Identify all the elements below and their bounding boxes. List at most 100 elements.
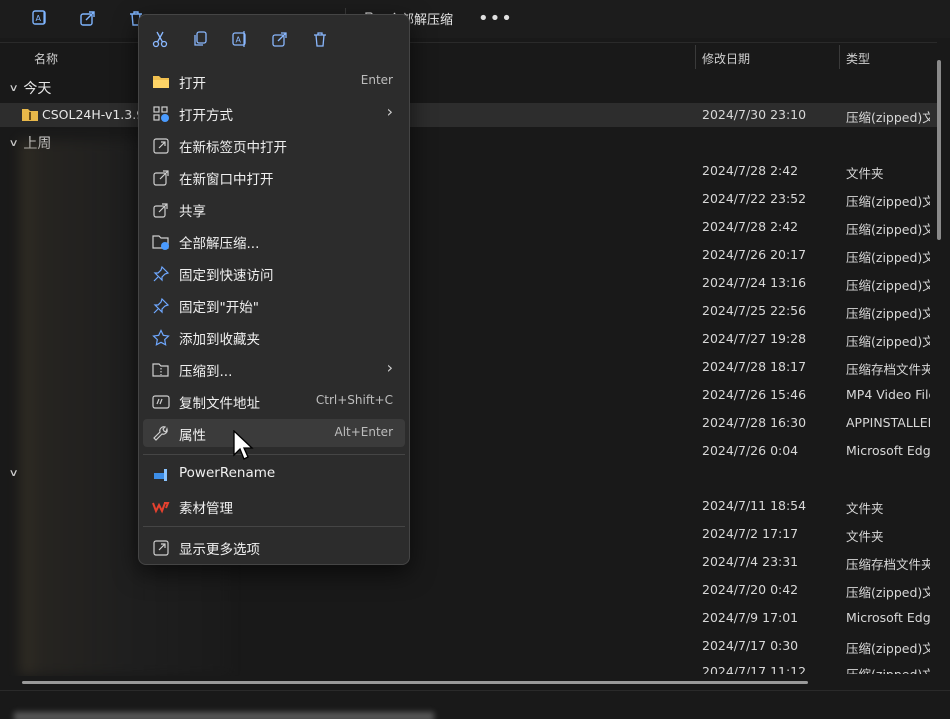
file-type: 压缩(zipped)文: [846, 641, 930, 656]
file-type: 压缩(zipped)文: [846, 222, 930, 237]
table-row[interactable]: 2024/7/9 17:01 Microsoft Edge: [0, 606, 937, 630]
compress-icon: [152, 361, 170, 379]
menu-item-properties[interactable]: 属性 Alt+Enter: [143, 419, 405, 447]
copy-path-icon: [152, 393, 170, 411]
column-header-date[interactable]: 修改日期: [702, 50, 750, 67]
column-header-name[interactable]: 名称: [34, 50, 58, 67]
cut-icon: [152, 31, 168, 48]
menu-item-label: 全部解压缩...: [179, 236, 260, 252]
cut-button[interactable]: [148, 27, 172, 51]
menu-item-add-favorites[interactable]: 添加到收藏夹: [143, 323, 405, 351]
ai-rename-button[interactable]: A: [27, 6, 53, 30]
table-row[interactable]: 2024/7/20 0:42 压缩(zipped)文: [0, 578, 937, 602]
more-options-icon: [152, 539, 170, 557]
new-window-icon: [152, 169, 170, 187]
menu-item-extract-all[interactable]: 全部解压缩...: [143, 227, 405, 255]
file-date: 2024/7/17 11:12: [702, 664, 807, 674]
file-type: 压缩存档文件夹: [846, 362, 930, 377]
menu-item-open-new-window[interactable]: 在新窗口中打开: [143, 163, 405, 191]
group-header-earlier[interactable]: ∨: [9, 468, 19, 479]
file-type: 压缩(zipped)文: [846, 585, 930, 600]
share-button-menu[interactable]: [268, 27, 292, 51]
file-type: 文件夹: [846, 166, 884, 181]
menu-item-open-new-tab[interactable]: 在新标签页中打开: [143, 131, 405, 159]
file-type: 压缩(zipped)文: [846, 334, 930, 349]
file-date: 2024/7/28 16:30: [702, 415, 807, 430]
file-date: 2024/7/17 0:30: [702, 638, 799, 653]
submenu-arrow-icon: ›: [386, 358, 393, 377]
vertical-scrollbar[interactable]: [937, 60, 941, 240]
file-type: 压缩存档文件夹: [846, 557, 930, 572]
menu-item-label: 在新窗口中打开: [179, 172, 274, 188]
menu-item-pin-start[interactable]: 固定到"开始": [143, 291, 405, 319]
file-date: 2024/7/22 23:52: [702, 191, 807, 206]
menu-item-label: 显示更多选项: [179, 542, 260, 558]
menu-separator: [143, 454, 405, 455]
menu-item-shortcut: Alt+Enter: [334, 425, 393, 439]
file-date: 2024/7/28 2:42: [702, 163, 799, 178]
pin-icon: [152, 265, 170, 283]
menu-item-label: 固定到"开始": [179, 300, 259, 316]
menu-item-open-with[interactable]: 打开方式 ›: [143, 99, 405, 127]
menu-item-show-more-options[interactable]: 显示更多选项: [143, 533, 405, 561]
menu-item-label: 共享: [179, 204, 206, 220]
file-type: 压缩(zipped)文: [846, 664, 930, 674]
horizontal-scrollbar[interactable]: [22, 681, 808, 684]
wrench-icon: [152, 425, 170, 443]
file-type: Microsoft Edge: [846, 610, 930, 625]
file-date: 2024/7/30 23:10: [702, 107, 807, 122]
file-date: 2024/7/26 20:17: [702, 247, 807, 262]
share-button[interactable]: [75, 6, 101, 30]
open-with-icon: [152, 105, 170, 123]
menu-separator: [143, 526, 405, 527]
file-type: Microsoft Edge: [846, 443, 930, 458]
pin-start-icon: [152, 297, 170, 315]
menu-item-label: 在新标签页中打开: [179, 140, 287, 156]
svg-text:A: A: [36, 14, 42, 23]
more-options-button[interactable]: •••: [478, 8, 513, 29]
rename-button[interactable]: A: [228, 27, 252, 51]
menu-item-label: PowerRename: [179, 465, 276, 481]
context-menu: A 打开 Enter 打开方式 › 在新标签页中打开 在新窗口中打开 共享 全部…: [138, 14, 410, 565]
menu-item-asset-manager[interactable]: 素材管理: [143, 492, 405, 520]
file-date: 2024/7/25 22:56: [702, 303, 807, 318]
file-date: 2024/7/9 17:01: [702, 610, 799, 625]
file-date: 2024/7/2 17:17: [702, 526, 799, 541]
file-type: 压缩(zipped)文: [846, 250, 930, 265]
column-divider[interactable]: [695, 45, 696, 69]
menu-item-compress-to[interactable]: 压缩到... ›: [143, 355, 405, 383]
file-date: 2024/7/4 23:31: [702, 554, 799, 569]
table-row[interactable]: 2024/7/17 0:30 压缩(zipped)文: [0, 634, 937, 658]
chevron-down-icon: ∨: [8, 82, 19, 94]
svg-text:A: A: [236, 36, 242, 45]
column-header-type[interactable]: 类型: [846, 50, 870, 67]
menu-item-share[interactable]: 共享: [143, 195, 405, 223]
copy-icon: [194, 31, 207, 46]
file-date: 2024/7/26 15:46: [702, 387, 807, 402]
file-type: 文件夹: [846, 501, 884, 516]
table-row[interactable]: 2024/7/17 11:12 压缩(zipped)文: [0, 660, 937, 674]
column-divider[interactable]: [839, 45, 840, 69]
powerrename-icon: [152, 466, 170, 484]
copy-button[interactable]: [188, 27, 212, 51]
delete-button-menu[interactable]: [308, 27, 332, 51]
menu-item-copy-path[interactable]: 复制文件地址 Ctrl+Shift+C: [143, 387, 405, 415]
file-type: 压缩(zipped)文: [846, 110, 930, 125]
menu-item-label: 属性: [179, 428, 206, 444]
blurred-status-text: [14, 712, 434, 719]
menu-item-label: 固定到快速访问: [179, 268, 274, 284]
file-date: 2024/7/28 18:17: [702, 359, 807, 374]
menu-item-open[interactable]: 打开 Enter: [143, 67, 405, 95]
file-date: 2024/7/28 2:42: [702, 219, 799, 234]
context-menu-quick-actions: A: [139, 15, 409, 61]
file-name: CSOL24H-v1.3.9-: [42, 107, 149, 122]
delete-icon: [314, 32, 326, 47]
wps-icon: [152, 498, 170, 516]
file-type: 压缩(zipped)文: [846, 306, 930, 321]
group-header-today[interactable]: ∨ 今天: [8, 78, 52, 98]
share-icon: [272, 32, 287, 47]
new-tab-icon: [152, 137, 170, 155]
file-type: 压缩(zipped)文: [846, 194, 930, 209]
menu-item-powerrename[interactable]: PowerRename: [143, 460, 405, 488]
menu-item-pin-quick-access[interactable]: 固定到快速访问: [143, 259, 405, 287]
